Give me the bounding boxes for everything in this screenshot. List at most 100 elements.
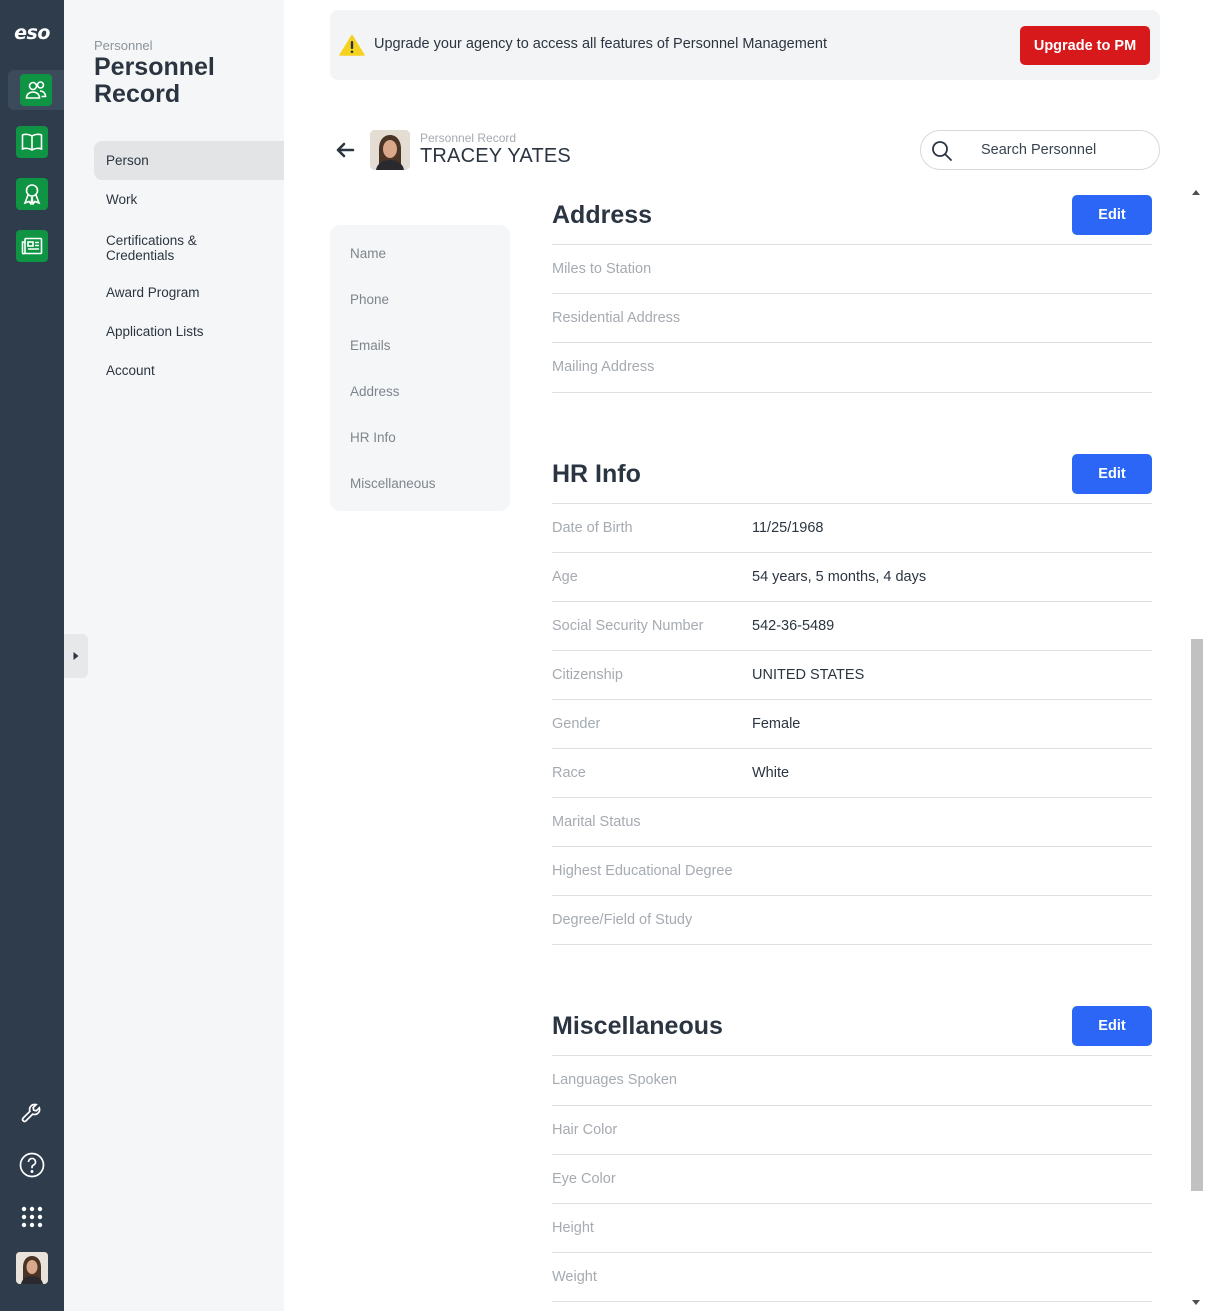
hr-info-section-header: HR Info Edit [552, 445, 1152, 504]
scroll-down-arrow-icon[interactable] [1192, 1300, 1200, 1305]
upgrade-button[interactable]: Upgrade to PM [1020, 26, 1150, 65]
app-grid-icon [21, 1206, 43, 1228]
field-value: Female [752, 716, 801, 732]
field-label: Citizenship [552, 667, 623, 683]
field-row: Languages Spoken [552, 1056, 1152, 1106]
nav-item-label: Certifications & Credentials [106, 233, 197, 263]
app-rail: eso [0, 0, 64, 1311]
rail-reports-button[interactable] [16, 230, 48, 262]
rail-awards-button[interactable] [16, 178, 48, 210]
field-row: Height [552, 1204, 1152, 1253]
field-label: Height [552, 1220, 594, 1236]
eso-logo[interactable]: eso [0, 22, 64, 44]
jump-link-name[interactable]: Name [350, 246, 386, 261]
content-scrollbar[interactable] [1188, 186, 1206, 1311]
field-label: Date of Birth [552, 520, 633, 536]
field-value: 542-36-5489 [752, 618, 835, 634]
nav-panel-kicker: Personnel [94, 38, 153, 53]
nav-item-label: Person [106, 153, 149, 168]
scrollbar-thumb[interactable] [1191, 639, 1203, 1191]
user-avatar[interactable] [16, 1252, 48, 1284]
rail-settings-button[interactable] [16, 1097, 48, 1129]
field-label: Hair Color [552, 1122, 618, 1138]
field-label: Mailing Address [552, 359, 655, 375]
nav-item-label: Application Lists [106, 324, 204, 339]
nav-item-label: Award Program [106, 285, 200, 300]
caret-right-icon [73, 652, 79, 660]
field-row: Weight [552, 1253, 1152, 1302]
search-icon [932, 141, 952, 161]
record-kicker: Personnel Record [420, 131, 517, 145]
jump-link-hr-info[interactable]: HR Info [350, 430, 396, 445]
jump-link-address[interactable]: Address [350, 384, 400, 399]
field-label: Residential Address [552, 310, 681, 326]
section-jump-nav: Name Phone Emails Address HR Info Miscel… [330, 225, 510, 511]
field-label: Marital Status [552, 814, 641, 830]
expand-panel-button[interactable] [64, 634, 88, 678]
field-row: Hair Color [552, 1106, 1152, 1155]
award-ribbon-icon [23, 184, 41, 205]
rail-apps-button[interactable] [16, 1201, 48, 1233]
page-title: Personnel Record [94, 53, 215, 108]
personnel-avatar [370, 130, 410, 170]
miscellaneous-section-header: Miscellaneous Edit [552, 997, 1152, 1056]
section-title: Miscellaneous [552, 1012, 723, 1040]
field-label: Eye Color [552, 1171, 616, 1187]
nav-item-application-lists[interactable]: Application Lists [94, 312, 284, 351]
section-title: Address [552, 201, 653, 229]
field-label: Age [552, 569, 578, 585]
nav-item-label: Account [106, 363, 155, 378]
rail-personnel-button[interactable] [8, 70, 64, 110]
field-row: Marital Status [552, 798, 1152, 847]
nav-item-account[interactable]: Account [94, 351, 284, 390]
field-row: Degree/Field of Study [552, 896, 1152, 945]
nav-item-label: Work [106, 192, 138, 207]
field-row: Social Security Number 542-36-5489 [552, 602, 1152, 651]
jump-link-miscellaneous[interactable]: Miscellaneous [350, 476, 436, 491]
field-label: Languages Spoken [552, 1072, 677, 1088]
field-label: Gender [552, 716, 601, 732]
edit-address-button[interactable]: Edit [1072, 195, 1152, 235]
field-label: Degree/Field of Study [552, 912, 693, 928]
field-row: Citizenship UNITED STATES [552, 651, 1152, 700]
field-value: UNITED STATES [752, 667, 865, 683]
rail-help-button[interactable] [16, 1149, 48, 1181]
nav-item-person[interactable]: Person [94, 141, 284, 180]
edit-hr-info-button[interactable]: Edit [1072, 454, 1152, 494]
jump-link-phone[interactable]: Phone [350, 292, 389, 307]
field-row: Race White [552, 749, 1152, 798]
jump-link-emails[interactable]: Emails [350, 338, 391, 353]
field-row: Highest Educational Degree [552, 847, 1152, 896]
field-value: White [752, 765, 790, 781]
field-row: Age 54 years, 5 months, 4 days [552, 553, 1152, 602]
nav-item-award-program[interactable]: Award Program [94, 273, 284, 312]
field-label: Social Security Number [552, 618, 704, 634]
field-row: Eye Color [552, 1155, 1152, 1204]
book-icon [21, 133, 43, 151]
field-label: Miles to Station [552, 261, 652, 277]
scroll-up-arrow-icon[interactable] [1192, 190, 1200, 195]
nav-item-certifications[interactable]: Certifications & Credentials [94, 228, 224, 268]
nav-item-work[interactable]: Work [94, 180, 284, 219]
search-input[interactable]: Search Personnel [981, 142, 1096, 158]
field-label: Weight [552, 1269, 597, 1285]
record-content: Address Edit Miles to Station Residentia… [552, 186, 1152, 1311]
personnel-nav-panel: Personnel Personnel Record Person Work C… [64, 0, 284, 1311]
banner-message: Upgrade your agency to access all featur… [374, 36, 827, 52]
upgrade-banner: Upgrade your agency to access all featur… [330, 10, 1160, 80]
field-value: 54 years, 5 months, 4 days [752, 569, 927, 585]
edit-miscellaneous-button[interactable]: Edit [1072, 1006, 1152, 1046]
news-icon [21, 237, 43, 255]
field-row: Mailing Address [552, 343, 1152, 393]
search-personnel-field[interactable]: Search Personnel [920, 130, 1160, 170]
personnel-name: TRACEY YATES [420, 145, 571, 167]
field-value: 11/25/1968 [752, 520, 824, 536]
rail-training-button[interactable] [16, 126, 48, 158]
address-section-header: Address Edit [552, 186, 1152, 245]
back-arrow-icon[interactable] [334, 138, 358, 162]
field-row: Residential Address [552, 294, 1152, 343]
help-icon [19, 1152, 45, 1178]
field-label: Highest Educational Degree [552, 863, 733, 879]
wrench-icon [21, 1103, 41, 1123]
field-row: Gender Female [552, 700, 1152, 749]
